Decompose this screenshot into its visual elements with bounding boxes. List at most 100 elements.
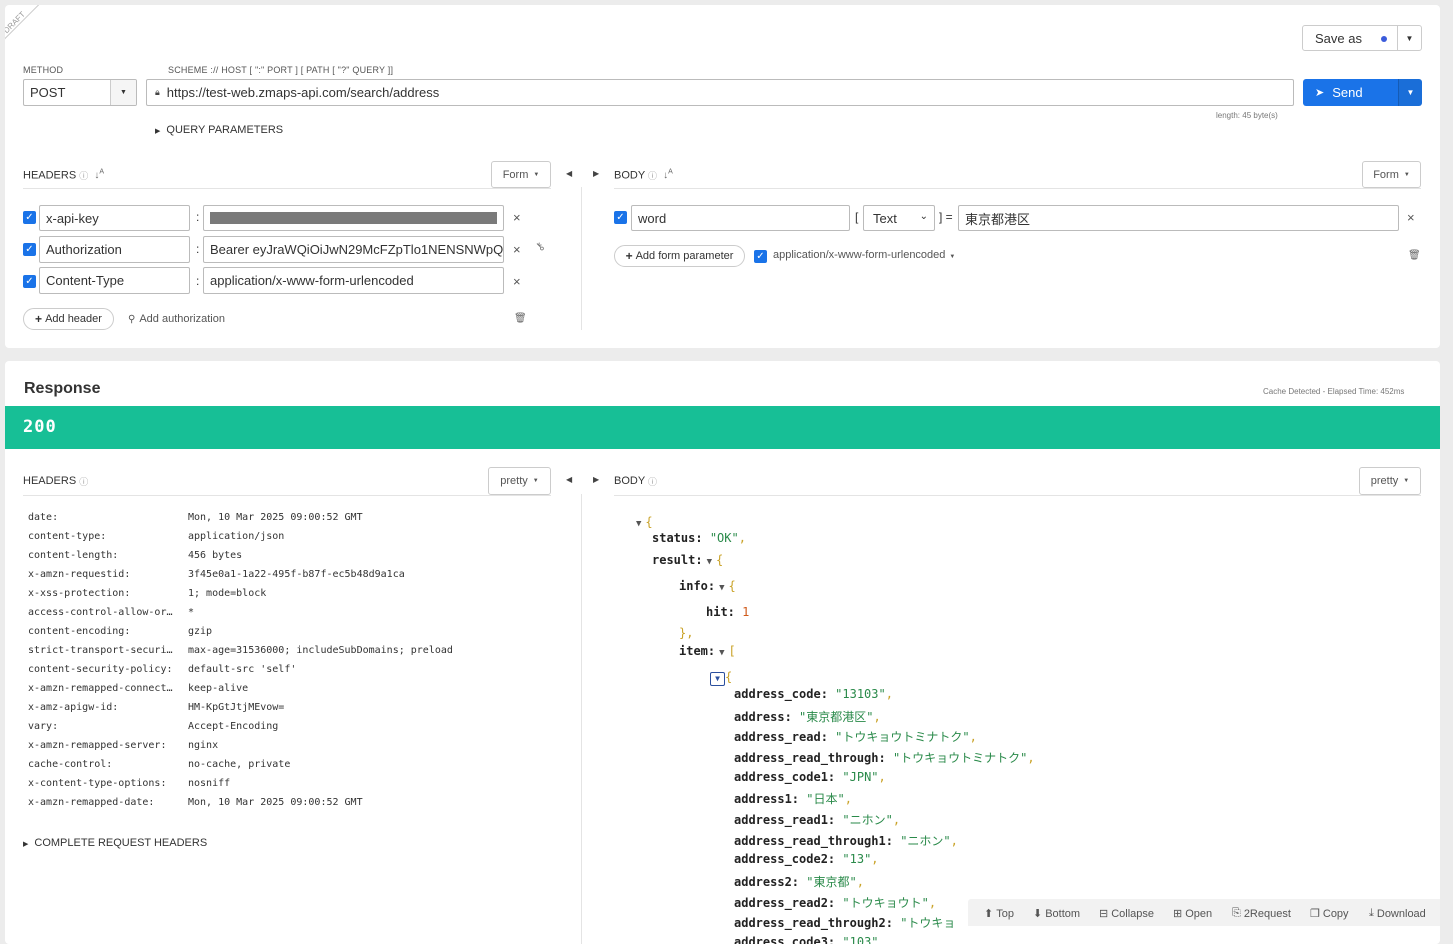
query-parameters-toggle[interactable]: ▶ QUERY PARAMETERS xyxy=(155,124,283,136)
caret-down-icon: ▼ xyxy=(949,254,956,260)
collapse-toggle-icon[interactable]: ▼ xyxy=(719,648,724,658)
bottom-button[interactable]: ⬇︎ Bottom xyxy=(1033,907,1080,921)
header-name-input[interactable]: Content-Type xyxy=(39,267,190,294)
json-root-open: ▼{ xyxy=(636,515,653,529)
remove-header-icon[interactable]: × xyxy=(513,242,521,257)
response-splitter[interactable] xyxy=(581,494,582,944)
body-param-type-select[interactable]: Text ⌄ xyxy=(863,205,935,231)
key-icon[interactable]: ⚷ xyxy=(533,239,547,254)
remove-header-icon[interactable]: × xyxy=(513,210,521,225)
send-dropdown-button[interactable]: ▼ xyxy=(1398,79,1422,106)
header-enabled-checkbox[interactable]: ✓ xyxy=(23,243,36,256)
arrow-down-circle-icon: ⬇︎ xyxy=(1033,908,1043,920)
json-field: address_read_through1: "ニホン", xyxy=(734,834,958,848)
json-info: info: ▼{ xyxy=(679,579,736,593)
save-as-button[interactable]: Save as xyxy=(1302,25,1398,51)
minus-square-icon: ⊟ xyxy=(1099,908,1109,920)
response-title: Response xyxy=(24,380,101,397)
trash-icon[interactable]: 🗑︎ xyxy=(1408,250,1421,261)
header-value-input[interactable] xyxy=(203,205,504,231)
bracket-open: [ xyxy=(855,210,859,224)
clipboard-icon: ⎘ xyxy=(1232,907,1241,919)
json-field: address_read_through2: "トウキョ xyxy=(734,916,956,930)
complete-request-headers-toggle[interactable]: ▶ COMPLETE REQUEST HEADERS xyxy=(23,837,207,849)
header-enabled-checkbox[interactable]: ✓ xyxy=(23,275,36,288)
caret-down-icon: ▼ xyxy=(110,80,136,105)
add-header-button[interactable]: + Add header xyxy=(23,308,114,330)
json-field: address2: "東京都", xyxy=(734,875,864,889)
method-value: POST xyxy=(30,85,66,100)
collapse-toggle-icon[interactable]: ▼ xyxy=(710,672,725,686)
download-icon: ⤓ xyxy=(1369,907,1374,919)
response-headers-mode-select[interactable]: pretty ▼ xyxy=(488,467,551,495)
collapse-button[interactable]: ⊟ Collapse xyxy=(1099,907,1154,921)
method-select[interactable]: POST ▼ xyxy=(23,79,137,106)
copy-button[interactable]: ❐ Copy xyxy=(1310,907,1349,921)
caret-down-icon: ▼ xyxy=(1405,33,1414,43)
trash-icon[interactable]: 🗑︎ xyxy=(514,313,527,324)
masked-value-bar xyxy=(210,212,497,224)
status-code: 200 xyxy=(23,417,57,437)
plus-icon: + xyxy=(35,312,43,326)
plus-icon: + xyxy=(625,249,633,263)
open-button[interactable]: ⊞ Open xyxy=(1173,907,1212,921)
key-icon: ⚲ xyxy=(128,314,136,325)
collapse-toggle-icon[interactable]: ▼ xyxy=(636,519,641,529)
json-field: address_code1: "JPN", xyxy=(734,770,886,784)
body-mode-select[interactable]: Form ▼ xyxy=(1362,161,1421,188)
body-param-name-input[interactable]: word xyxy=(631,205,850,231)
save-as-dropdown-button[interactable]: ▼ xyxy=(1397,25,1422,51)
json-field: address_code: "13103", xyxy=(734,687,893,701)
response-body-divider xyxy=(614,495,1421,496)
request-panel: DRAFT Save as ▼ METHOD POST ▼ SCHEME ://… xyxy=(5,5,1440,348)
remove-header-icon[interactable]: × xyxy=(513,274,521,289)
response-headers-divider xyxy=(23,495,551,496)
response-body-mode-select[interactable]: pretty ▼ xyxy=(1359,467,1421,495)
send-button[interactable]: ➤ Send xyxy=(1303,79,1398,106)
help-icon: ⓘ xyxy=(648,171,658,181)
json-info-close: }, xyxy=(679,626,694,640)
copy-icon: ❐ xyxy=(1310,908,1320,920)
caret-down-icon: ▼ xyxy=(1406,88,1415,97)
add-form-parameter-button[interactable]: + Add form parameter xyxy=(614,245,745,267)
content-type-select[interactable]: application/x-www-form-urlencoded ▼ xyxy=(773,249,955,261)
collapse-toggle-icon[interactable]: ▼ xyxy=(707,557,712,567)
top-button[interactable]: ⬆︎ Top xyxy=(984,907,1014,921)
header-colon: : xyxy=(196,210,200,224)
download-button[interactable]: ⤓ Download xyxy=(1369,907,1426,920)
paper-plane-icon: ➤ xyxy=(1315,87,1325,99)
header-value-input[interactable]: application/x-www-form-urlencoded xyxy=(203,267,504,294)
to-request-button[interactable]: ⎘ 2Request xyxy=(1232,907,1291,920)
header-name-input[interactable]: x-api-key xyxy=(39,205,190,231)
header-enabled-checkbox[interactable]: ✓ xyxy=(23,211,36,224)
collapse-left-icon[interactable]: ◀ xyxy=(566,169,572,178)
draft-label: DRAFT xyxy=(5,9,27,36)
remove-body-param-icon[interactable]: × xyxy=(1407,210,1415,225)
expand-right-icon[interactable]: ▶ xyxy=(593,475,599,484)
caret-down-icon: ▼ xyxy=(532,478,539,484)
url-input[interactable]: 🔒︎ https://test-web.zmaps-api.com/search… xyxy=(146,79,1294,106)
json-field: address_read1: "ニホン", xyxy=(734,813,901,827)
json-field: address_read: "トウキョウトミナトク", xyxy=(734,730,977,744)
header-colon: : xyxy=(196,242,200,256)
header-name-input[interactable]: Authorization xyxy=(39,236,190,263)
headers-mode-select[interactable]: Form ▼ xyxy=(491,161,551,188)
method-caption: METHOD xyxy=(23,65,64,75)
request-splitter[interactable] xyxy=(581,187,582,330)
content-type-checkbox[interactable]: ✓ xyxy=(754,250,767,263)
collapse-left-icon[interactable]: ◀ xyxy=(566,475,572,484)
sort-icon: ↓A xyxy=(94,169,104,182)
collapse-toggle-icon[interactable]: ▼ xyxy=(719,583,724,593)
sort-icon: ↓A xyxy=(663,169,673,182)
body-param-value-input[interactable]: 東京都港区 xyxy=(958,205,1399,231)
add-authorization-link[interactable]: ⚲ Add authorization xyxy=(128,313,225,325)
header-value-input[interactable]: Bearer eyJraWQiOiJwN29McFZpTlo1NENSNWpQV xyxy=(203,236,504,263)
lock-icon: 🔒︎ xyxy=(155,87,160,97)
caret-right-icon: ▶ xyxy=(155,128,161,135)
body-param-enabled-checkbox[interactable]: ✓ xyxy=(614,211,627,224)
expand-right-icon[interactable]: ▶ xyxy=(593,169,599,178)
url-length: length: 45 byte(s) xyxy=(1216,111,1278,120)
save-as-label: Save as xyxy=(1315,30,1362,46)
body-divider xyxy=(614,188,1421,189)
json-item-object-open: ▼{ xyxy=(710,670,732,686)
